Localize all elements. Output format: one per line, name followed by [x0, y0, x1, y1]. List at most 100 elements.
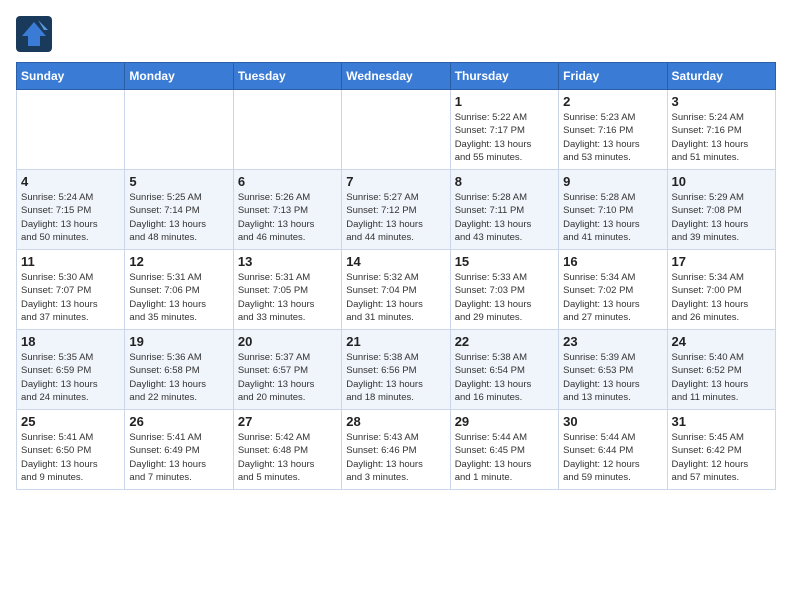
week-row-4: 18 Sunrise: 5:35 AM Sunset: 6:59 PM Dayli… [17, 330, 776, 410]
calendar-cell: 4 Sunrise: 5:24 AM Sunset: 7:15 PM Daylig… [17, 170, 125, 250]
day-number: 15 [455, 254, 554, 269]
calendar-cell: 2 Sunrise: 5:23 AM Sunset: 7:16 PM Daylig… [559, 90, 667, 170]
day-number: 23 [563, 334, 662, 349]
day-number: 7 [346, 174, 445, 189]
weekday-header-saturday: Saturday [667, 63, 775, 90]
day-number: 17 [672, 254, 771, 269]
day-info: Sunrise: 5:30 AM Sunset: 7:07 PM Dayligh… [21, 271, 120, 324]
day-number: 11 [21, 254, 120, 269]
calendar-cell: 6 Sunrise: 5:26 AM Sunset: 7:13 PM Daylig… [233, 170, 341, 250]
day-info: Sunrise: 5:34 AM Sunset: 7:02 PM Dayligh… [563, 271, 662, 324]
calendar-cell: 13 Sunrise: 5:31 AM Sunset: 7:05 PM Dayli… [233, 250, 341, 330]
day-info: Sunrise: 5:35 AM Sunset: 6:59 PM Dayligh… [21, 351, 120, 404]
calendar-cell: 22Sunrise: 5:38 AM Sunset: 6:54 PM Dayli… [450, 330, 558, 410]
day-info: Sunrise: 5:25 AM Sunset: 7:14 PM Dayligh… [129, 191, 228, 244]
calendar-cell: 18 Sunrise: 5:35 AM Sunset: 6:59 PM Dayli… [17, 330, 125, 410]
day-info: Sunrise: 5:41 AM Sunset: 6:50 PM Dayligh… [21, 431, 120, 484]
calendar-cell: 25 Sunrise: 5:41 AM Sunset: 6:50 PM Dayli… [17, 410, 125, 490]
day-info: Sunrise: 5:32 AM Sunset: 7:04 PM Dayligh… [346, 271, 445, 324]
day-info: Sunrise: 5:31 AM Sunset: 7:05 PM Dayligh… [238, 271, 337, 324]
day-info: Sunrise: 5:23 AM Sunset: 7:16 PM Dayligh… [563, 111, 662, 164]
day-info: Sunrise: 5:26 AM Sunset: 7:13 PM Dayligh… [238, 191, 337, 244]
day-number: 31 [672, 414, 771, 429]
calendar-cell: 29 Sunrise: 5:44 AM Sunset: 6:45 PM Dayli… [450, 410, 558, 490]
weekday-header-wednesday: Wednesday [342, 63, 450, 90]
calendar-cell: 19Sunrise: 5:36 AM Sunset: 6:58 PM Dayli… [125, 330, 233, 410]
day-number: 16 [563, 254, 662, 269]
day-number: 4 [21, 174, 120, 189]
day-number: 20 [238, 334, 337, 349]
calendar-cell: 30 Sunrise: 5:44 AM Sunset: 6:44 PM Dayli… [559, 410, 667, 490]
day-number: 29 [455, 414, 554, 429]
day-number: 2 [563, 94, 662, 109]
day-info: Sunrise: 5:34 AM Sunset: 7:00 PM Dayligh… [672, 271, 771, 324]
weekday-header-row: SundayMondayTuesdayWednesdayThursdayFrid… [17, 63, 776, 90]
calendar-cell: 12 Sunrise: 5:31 AM Sunset: 7:06 PM Dayli… [125, 250, 233, 330]
day-info: Sunrise: 5:39 AM Sunset: 6:53 PM Dayligh… [563, 351, 662, 404]
calendar-cell: 15Sunrise: 5:33 AM Sunset: 7:03 PM Dayli… [450, 250, 558, 330]
day-number: 24 [672, 334, 771, 349]
calendar-cell: 26Sunrise: 5:41 AM Sunset: 6:49 PM Dayli… [125, 410, 233, 490]
day-info: Sunrise: 5:40 AM Sunset: 6:52 PM Dayligh… [672, 351, 771, 404]
calendar-cell: 31 Sunrise: 5:45 AM Sunset: 6:42 PM Dayli… [667, 410, 775, 490]
day-number: 6 [238, 174, 337, 189]
day-info: Sunrise: 5:38 AM Sunset: 6:54 PM Dayligh… [455, 351, 554, 404]
week-row-2: 4 Sunrise: 5:24 AM Sunset: 7:15 PM Daylig… [17, 170, 776, 250]
day-info: Sunrise: 5:42 AM Sunset: 6:48 PM Dayligh… [238, 431, 337, 484]
weekday-header-thursday: Thursday [450, 63, 558, 90]
calendar-cell [342, 90, 450, 170]
calendar-cell: 3 Sunrise: 5:24 AM Sunset: 7:16 PM Daylig… [667, 90, 775, 170]
day-number: 9 [563, 174, 662, 189]
day-info: Sunrise: 5:28 AM Sunset: 7:11 PM Dayligh… [455, 191, 554, 244]
day-number: 1 [455, 94, 554, 109]
week-row-5: 25 Sunrise: 5:41 AM Sunset: 6:50 PM Dayli… [17, 410, 776, 490]
calendar-cell: 10Sunrise: 5:29 AM Sunset: 7:08 PM Dayli… [667, 170, 775, 250]
weekday-header-sunday: Sunday [17, 63, 125, 90]
weekday-header-friday: Friday [559, 63, 667, 90]
day-info: Sunrise: 5:27 AM Sunset: 7:12 PM Dayligh… [346, 191, 445, 244]
calendar-cell: 17 Sunrise: 5:34 AM Sunset: 7:00 PM Dayli… [667, 250, 775, 330]
day-info: Sunrise: 5:44 AM Sunset: 6:45 PM Dayligh… [455, 431, 554, 484]
day-info: Sunrise: 5:44 AM Sunset: 6:44 PM Dayligh… [563, 431, 662, 484]
day-number: 14 [346, 254, 445, 269]
week-row-1: 1 Sunrise: 5:22 AM Sunset: 7:17 PM Daylig… [17, 90, 776, 170]
weekday-header-tuesday: Tuesday [233, 63, 341, 90]
day-info: Sunrise: 5:24 AM Sunset: 7:15 PM Dayligh… [21, 191, 120, 244]
calendar-cell [17, 90, 125, 170]
day-info: Sunrise: 5:37 AM Sunset: 6:57 PM Dayligh… [238, 351, 337, 404]
calendar-cell: 21 Sunrise: 5:38 AM Sunset: 6:56 PM Dayli… [342, 330, 450, 410]
day-number: 25 [21, 414, 120, 429]
calendar-cell: 20 Sunrise: 5:37 AM Sunset: 6:57 PM Dayli… [233, 330, 341, 410]
calendar-cell: 24 Sunrise: 5:40 AM Sunset: 6:52 PM Dayli… [667, 330, 775, 410]
day-number: 21 [346, 334, 445, 349]
calendar-cell: 1 Sunrise: 5:22 AM Sunset: 7:17 PM Daylig… [450, 90, 558, 170]
day-info: Sunrise: 5:22 AM Sunset: 7:17 PM Dayligh… [455, 111, 554, 164]
day-info: Sunrise: 5:38 AM Sunset: 6:56 PM Dayligh… [346, 351, 445, 404]
day-info: Sunrise: 5:24 AM Sunset: 7:16 PM Dayligh… [672, 111, 771, 164]
week-row-3: 11 Sunrise: 5:30 AM Sunset: 7:07 PM Dayli… [17, 250, 776, 330]
day-info: Sunrise: 5:45 AM Sunset: 6:42 PM Dayligh… [672, 431, 771, 484]
logo-icon [16, 16, 52, 52]
logo [16, 16, 58, 52]
day-number: 27 [238, 414, 337, 429]
day-info: Sunrise: 5:31 AM Sunset: 7:06 PM Dayligh… [129, 271, 228, 324]
day-info: Sunrise: 5:41 AM Sunset: 6:49 PM Dayligh… [129, 431, 228, 484]
calendar-table: SundayMondayTuesdayWednesdayThursdayFrid… [16, 62, 776, 490]
day-info: Sunrise: 5:36 AM Sunset: 6:58 PM Dayligh… [129, 351, 228, 404]
day-number: 28 [346, 414, 445, 429]
day-number: 3 [672, 94, 771, 109]
calendar-cell [233, 90, 341, 170]
calendar-cell: 7 Sunrise: 5:27 AM Sunset: 7:12 PM Daylig… [342, 170, 450, 250]
calendar-cell: 28 Sunrise: 5:43 AM Sunset: 6:46 PM Dayli… [342, 410, 450, 490]
day-number: 18 [21, 334, 120, 349]
calendar-cell: 14 Sunrise: 5:32 AM Sunset: 7:04 PM Dayli… [342, 250, 450, 330]
calendar-cell: 8 Sunrise: 5:28 AM Sunset: 7:11 PM Daylig… [450, 170, 558, 250]
day-number: 13 [238, 254, 337, 269]
page-header [16, 16, 776, 52]
day-number: 8 [455, 174, 554, 189]
day-number: 12 [129, 254, 228, 269]
day-info: Sunrise: 5:28 AM Sunset: 7:10 PM Dayligh… [563, 191, 662, 244]
calendar-cell: 9 Sunrise: 5:28 AM Sunset: 7:10 PM Daylig… [559, 170, 667, 250]
day-number: 30 [563, 414, 662, 429]
day-info: Sunrise: 5:43 AM Sunset: 6:46 PM Dayligh… [346, 431, 445, 484]
